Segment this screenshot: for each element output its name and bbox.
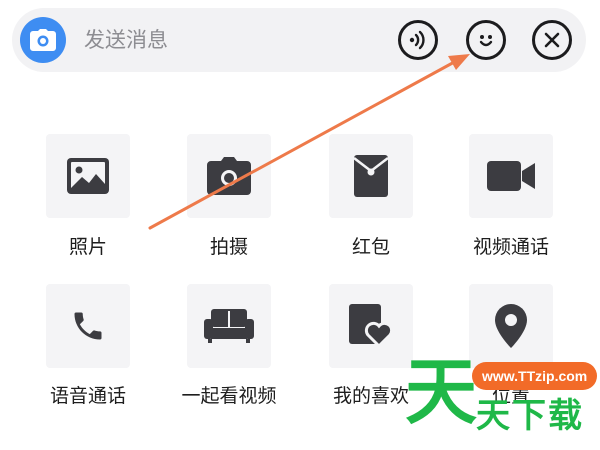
liked-icon xyxy=(349,304,393,348)
location-pin-icon xyxy=(495,304,527,348)
photo-button[interactable] xyxy=(46,134,130,218)
watch-together-label: 一起看视频 xyxy=(181,385,277,407)
emoji-button[interactable] xyxy=(466,20,506,60)
camera-icon xyxy=(30,29,56,51)
watermark-url: www.TTzip.com xyxy=(472,362,598,390)
phone-icon xyxy=(74,312,102,340)
video-call-button[interactable] xyxy=(469,134,553,218)
watermark-text: 天下载 xyxy=(476,396,584,436)
voice-wave-icon xyxy=(409,30,425,50)
sofa-icon xyxy=(204,309,254,343)
shoot-label: 拍摄 xyxy=(209,236,248,258)
location-button[interactable] xyxy=(469,284,553,368)
voice-call-label: 语音通话 xyxy=(49,385,126,407)
watermark-logo: 天 xyxy=(405,350,478,434)
message-input[interactable]: 发送消息 xyxy=(84,25,168,55)
red-packet-button[interactable] xyxy=(329,134,413,218)
close-button[interactable] xyxy=(532,20,572,60)
camera-button[interactable] xyxy=(20,17,66,63)
video-call-label: 视频通话 xyxy=(472,236,549,258)
smiley-icon xyxy=(479,35,493,47)
message-input-bar: 发送消息 xyxy=(12,8,586,72)
my-likes-button[interactable] xyxy=(329,284,413,368)
close-icon xyxy=(544,32,560,48)
voice-call-button[interactable] xyxy=(46,284,130,368)
voice-button[interactable] xyxy=(398,20,438,60)
shoot-button[interactable] xyxy=(187,134,271,218)
photo-label: 照片 xyxy=(68,236,107,258)
watch-together-button[interactable] xyxy=(187,284,271,368)
photo-icon xyxy=(67,158,109,194)
red-packet-label: 红包 xyxy=(351,236,390,258)
red-packet-icon xyxy=(354,155,388,197)
video-call-icon xyxy=(487,161,535,191)
camera-icon xyxy=(207,157,251,195)
